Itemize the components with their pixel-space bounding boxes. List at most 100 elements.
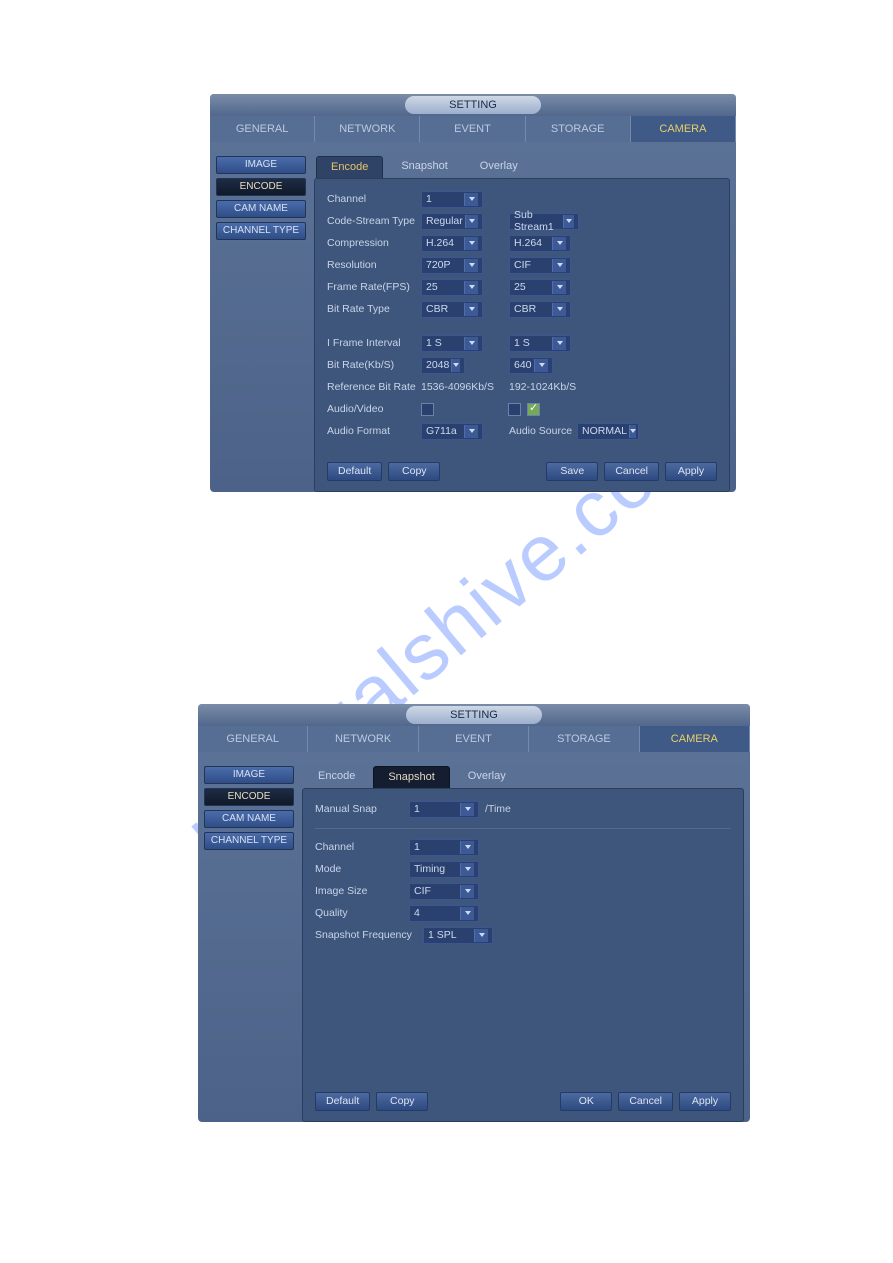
- select-main-compression[interactable]: H.264: [421, 235, 483, 252]
- label-audio-video: Audio/Video: [327, 403, 421, 415]
- label-bitrate-type: Bit Rate Type: [327, 303, 421, 315]
- sidebar: IMAGE ENCODE CAM NAME CHANNEL TYPE: [204, 766, 294, 1122]
- select-manual-snap[interactable]: 1: [409, 801, 479, 818]
- sidebar-item-cam-name[interactable]: CAM NAME: [216, 200, 306, 218]
- label-channel: Channel: [315, 841, 409, 853]
- chevron-down-icon: [534, 359, 548, 372]
- cancel-button[interactable]: Cancel: [604, 462, 659, 481]
- chevron-down-icon: [552, 259, 566, 272]
- apply-button[interactable]: Apply: [665, 462, 717, 481]
- sidebar-item-channel-type[interactable]: CHANNEL TYPE: [204, 832, 294, 850]
- select-main-code-stream[interactable]: Regular: [421, 213, 483, 230]
- select-channel[interactable]: 1: [421, 191, 483, 208]
- chevron-down-icon: [465, 215, 478, 228]
- chevron-down-icon: [563, 215, 574, 228]
- select-image-size[interactable]: CIF: [409, 883, 479, 900]
- checkbox-sub-video[interactable]: [508, 403, 521, 416]
- tab-network[interactable]: NETWORK: [315, 116, 420, 142]
- sidebar-item-encode[interactable]: ENCODE: [204, 788, 294, 806]
- select-sub-bitrate[interactable]: 640: [509, 357, 553, 374]
- select-main-bitrate[interactable]: 2048: [421, 357, 465, 374]
- label-resolution: Resolution: [327, 259, 421, 271]
- select-sub-iframe[interactable]: 1 S: [509, 335, 571, 352]
- topnav: GENERAL NETWORK EVENT STORAGE CAMERA: [210, 116, 736, 142]
- subtab-encode[interactable]: Encode: [316, 156, 383, 178]
- select-sub-stream[interactable]: Sub Stream1: [509, 213, 579, 230]
- select-audio-format[interactable]: G711a: [421, 423, 483, 440]
- label-ref-bitrate: Reference Bit Rate: [327, 381, 421, 393]
- encode-panel: Channel 1 Code-Stream Type Regular Sub S…: [314, 178, 730, 492]
- tab-general[interactable]: GENERAL: [210, 116, 315, 142]
- label-snap-freq: Snapshot Frequency: [315, 929, 423, 941]
- sidebar-item-encode[interactable]: ENCODE: [216, 178, 306, 196]
- default-button[interactable]: Default: [327, 462, 382, 481]
- select-main-frame-rate[interactable]: 25: [421, 279, 483, 296]
- chevron-down-icon: [460, 863, 474, 876]
- copy-button[interactable]: Copy: [376, 1092, 428, 1111]
- checkbox-sub-audio[interactable]: [527, 403, 540, 416]
- label-code-stream: Code-Stream Type: [327, 215, 421, 227]
- settings-window-snapshot: SETTING GENERAL NETWORK EVENT STORAGE CA…: [198, 704, 750, 1122]
- window-title: SETTING: [406, 706, 542, 724]
- subtab-overlay[interactable]: Overlay: [466, 156, 532, 178]
- subtab-overlay[interactable]: Overlay: [454, 766, 520, 788]
- cancel-button[interactable]: Cancel: [618, 1092, 673, 1111]
- copy-button[interactable]: Copy: [388, 462, 440, 481]
- tab-camera[interactable]: CAMERA: [631, 116, 736, 142]
- select-mode[interactable]: Timing: [409, 861, 479, 878]
- subtabs: Encode Snapshot Overlay: [302, 766, 744, 788]
- value-main-ref-bitrate: 1536-4096Kb/S: [421, 381, 509, 393]
- label-image-size: Image Size: [315, 885, 409, 897]
- save-button[interactable]: Save: [546, 462, 598, 481]
- select-main-bitrate-type[interactable]: CBR: [421, 301, 483, 318]
- chevron-down-icon: [552, 281, 566, 294]
- select-main-resolution[interactable]: 720P: [421, 257, 483, 274]
- chevron-down-icon: [451, 359, 460, 372]
- select-channel[interactable]: 1: [409, 839, 479, 856]
- tab-storage[interactable]: STORAGE: [529, 726, 639, 752]
- subtab-encode[interactable]: Encode: [304, 766, 369, 788]
- tab-camera[interactable]: CAMERA: [640, 726, 750, 752]
- sidebar-item-channel-type[interactable]: CHANNEL TYPE: [216, 222, 306, 240]
- subtab-snapshot[interactable]: Snapshot: [387, 156, 461, 178]
- chevron-down-icon: [464, 281, 478, 294]
- chevron-down-icon: [464, 337, 478, 350]
- subtab-snapshot[interactable]: Snapshot: [373, 766, 449, 788]
- titlebar: SETTING: [198, 704, 750, 726]
- titlebar: SETTING: [210, 94, 736, 116]
- tab-storage[interactable]: STORAGE: [526, 116, 631, 142]
- tab-event[interactable]: EVENT: [419, 726, 529, 752]
- chevron-down-icon: [464, 237, 478, 250]
- sidebar-item-image[interactable]: IMAGE: [216, 156, 306, 174]
- select-sub-bitrate-type[interactable]: CBR: [509, 301, 571, 318]
- sidebar-item-cam-name[interactable]: CAM NAME: [204, 810, 294, 828]
- label-manual-snap: Manual Snap: [315, 803, 409, 815]
- apply-button[interactable]: Apply: [679, 1092, 731, 1111]
- select-sub-frame-rate[interactable]: 25: [509, 279, 571, 296]
- label-frame-rate: Frame Rate(FPS): [327, 281, 421, 293]
- chevron-down-icon: [464, 259, 478, 272]
- tab-network[interactable]: NETWORK: [308, 726, 418, 752]
- select-audio-source[interactable]: NORMAL: [577, 423, 639, 440]
- default-button[interactable]: Default: [315, 1092, 370, 1111]
- chevron-down-icon: [464, 425, 478, 438]
- chevron-down-icon: [460, 885, 474, 898]
- sidebar-item-image[interactable]: IMAGE: [204, 766, 294, 784]
- tab-event[interactable]: EVENT: [420, 116, 525, 142]
- sidebar: IMAGE ENCODE CAM NAME CHANNEL TYPE: [216, 156, 306, 492]
- chevron-down-icon: [552, 337, 566, 350]
- select-sub-resolution[interactable]: CIF: [509, 257, 571, 274]
- value-sub-ref-bitrate: 192-1024Kb/S: [509, 381, 576, 393]
- select-main-iframe[interactable]: 1 S: [421, 335, 483, 352]
- tab-general[interactable]: GENERAL: [198, 726, 308, 752]
- chevron-down-icon: [460, 803, 474, 816]
- settings-window-encode: SETTING GENERAL NETWORK EVENT STORAGE CA…: [210, 94, 736, 492]
- select-sub-compression[interactable]: H.264: [509, 235, 571, 252]
- select-quality[interactable]: 4: [409, 905, 479, 922]
- ok-button[interactable]: OK: [560, 1092, 612, 1111]
- label-audio-format: Audio Format: [327, 425, 421, 437]
- select-snap-freq[interactable]: 1 SPL: [423, 927, 493, 944]
- chevron-down-icon: [474, 929, 488, 942]
- checkbox-main-audio-video[interactable]: [421, 403, 434, 416]
- label-compression: Compression: [327, 237, 421, 249]
